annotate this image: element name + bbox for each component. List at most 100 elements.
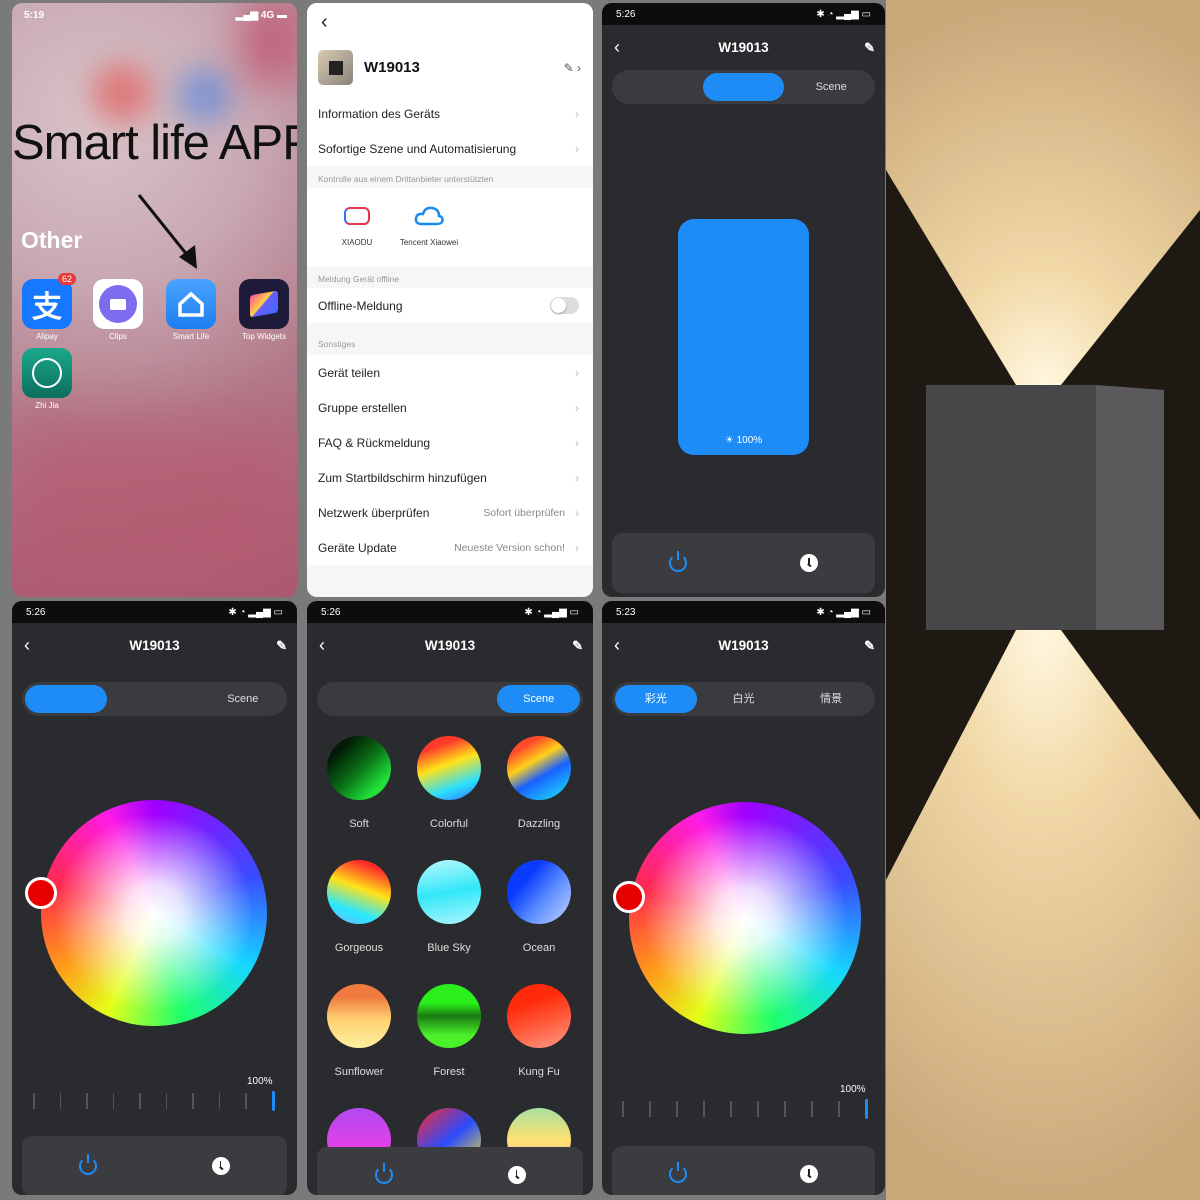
color-picker-knob[interactable] bbox=[25, 877, 57, 909]
app-zhi-jia[interactable]: Zhi Jia bbox=[17, 348, 77, 410]
third-party-tencent[interactable]: Tencent Xiaowei bbox=[393, 188, 465, 266]
scene-item[interactable]: Forest bbox=[417, 984, 481, 1078]
status-bar: 5:26 ✱ ◔ ▂▄▆ ▭ bbox=[602, 3, 885, 25]
scene-item[interactable]: Dazzling bbox=[507, 736, 571, 830]
row-add-home-screen[interactable]: Zum Startbildschirm hinzufügen › bbox=[307, 460, 593, 495]
edit-icon[interactable]: ✎ › bbox=[564, 61, 581, 75]
scene-preview bbox=[507, 736, 571, 800]
scene-preview bbox=[327, 736, 391, 800]
notification-badge: 62 bbox=[57, 273, 76, 285]
scene-preview bbox=[417, 736, 481, 800]
scene-preview bbox=[507, 984, 571, 1048]
scene-item[interactable]: Colorful bbox=[417, 736, 481, 830]
app-alipay[interactable]: 支 62 Alipay bbox=[17, 273, 77, 341]
tab-scene[interactable]: Scene bbox=[790, 73, 872, 101]
chevron-right-icon: › bbox=[575, 365, 579, 380]
scene-item[interactable]: Blue Sky bbox=[417, 860, 481, 954]
brightness-ticks[interactable] bbox=[622, 1099, 868, 1119]
row-scene-automation[interactable]: Sofortige Szene und Automatisierung › bbox=[307, 131, 593, 166]
tab-color[interactable] bbox=[615, 73, 697, 101]
scene-item[interactable]: Soft bbox=[327, 736, 391, 830]
power-icon[interactable] bbox=[668, 1161, 687, 1183]
home-screen-panel: 5:19 ▂▄▆ 4G ▬ Smart life APP Other 支 62 A… bbox=[12, 3, 297, 597]
brightness-slider[interactable]: ☀ 100% bbox=[678, 219, 809, 455]
white-light-screen: 5:26 ✱ ◔ ▂▄▆ ▭ ‹ W19013 ✎ Scene ☀ 100% bbox=[602, 3, 885, 597]
edit-icon[interactable]: ✎ bbox=[276, 638, 287, 654]
tab-white[interactable] bbox=[702, 73, 785, 101]
tab-color[interactable]: 彩光 bbox=[615, 685, 697, 713]
device-name: W19013 bbox=[364, 59, 420, 76]
scene-name: Ocean bbox=[522, 942, 556, 954]
row-device-update[interactable]: Geräte Update Neueste Version schon! › bbox=[307, 530, 593, 565]
back-icon[interactable]: ‹ bbox=[614, 37, 620, 58]
scene-item[interactable]: Sunflower bbox=[327, 984, 391, 1078]
brightness-ticks[interactable] bbox=[33, 1091, 275, 1111]
back-icon[interactable]: ‹ bbox=[24, 635, 30, 656]
row-offline-notification: Offline-Meldung bbox=[307, 288, 593, 323]
chevron-right-icon: › bbox=[575, 505, 579, 520]
section-header: Meldung Gerät offline bbox=[318, 274, 400, 284]
scene-name: Gorgeous bbox=[334, 942, 384, 954]
brightness-value: 100% bbox=[840, 1084, 866, 1095]
timer-clock-icon[interactable] bbox=[507, 1165, 526, 1184]
tab-white[interactable] bbox=[113, 685, 195, 713]
scene-name: Sunflower bbox=[334, 1066, 384, 1078]
edit-icon[interactable]: ✎ bbox=[864, 40, 875, 56]
app-clips[interactable]: Clips bbox=[88, 279, 148, 341]
timer-clock-icon[interactable] bbox=[800, 1164, 819, 1183]
status-bar: 5:26 ✱ ◔ ▂▄▆ ▭ bbox=[12, 601, 297, 623]
bottom-bar bbox=[22, 1136, 287, 1195]
tab-scene[interactable]: Scene bbox=[497, 685, 581, 713]
timer-clock-icon[interactable] bbox=[211, 1157, 230, 1175]
row-faq[interactable]: FAQ & Rückmeldung › bbox=[307, 425, 593, 460]
scene-item[interactable]: Kung Fu bbox=[507, 984, 571, 1078]
scene-name: Blue Sky bbox=[427, 942, 471, 954]
device-settings-panel: ‹ W19013 ✎ › Information des Geräts › Sof… bbox=[307, 3, 593, 597]
chevron-right-icon: › bbox=[575, 470, 579, 485]
chevron-right-icon: › bbox=[575, 141, 579, 156]
offline-toggle[interactable] bbox=[550, 297, 579, 314]
device-title: W19013 bbox=[718, 40, 769, 55]
back-icon[interactable]: ‹ bbox=[319, 635, 325, 656]
color-wheel[interactable] bbox=[41, 800, 267, 1026]
row-check-network[interactable]: Netzwerk überprüfen Sofort überprüfen › bbox=[307, 495, 593, 530]
zhi-jia-icon bbox=[22, 348, 72, 398]
tab-color[interactable] bbox=[25, 685, 108, 713]
device-title: W19013 bbox=[718, 638, 769, 653]
xiaodu-icon bbox=[321, 202, 393, 230]
color-picker-knob[interactable] bbox=[613, 881, 645, 913]
app-smart-life[interactable]: Smart Life bbox=[161, 279, 221, 341]
mode-tabs: Scene bbox=[612, 70, 875, 104]
row-create-group[interactable]: Gruppe erstellen › bbox=[307, 390, 593, 425]
app-top-widgets[interactable]: Top Widgets bbox=[234, 279, 294, 341]
third-party-xiaodu[interactable]: XIAODU bbox=[321, 188, 393, 266]
back-icon[interactable]: ‹ bbox=[614, 635, 620, 656]
row-share-device[interactable]: Gerät teilen › bbox=[307, 355, 593, 390]
brightness-value: 100% bbox=[247, 1076, 273, 1087]
tab-white[interactable]: 白光 bbox=[703, 685, 785, 713]
row-device-info[interactable]: Information des Geräts › bbox=[307, 96, 593, 131]
color-wheel[interactable] bbox=[629, 802, 861, 1034]
power-icon[interactable] bbox=[668, 551, 687, 572]
folder-title: Other bbox=[21, 227, 83, 253]
scene-preview bbox=[417, 984, 481, 1048]
tab-scene[interactable]: Scene bbox=[202, 685, 284, 713]
scene-item[interactable]: Ocean bbox=[507, 860, 571, 954]
device-title: W19013 bbox=[424, 638, 476, 653]
tab-color[interactable] bbox=[320, 685, 403, 713]
edit-icon[interactable]: ✎ bbox=[864, 638, 875, 654]
tab-white[interactable] bbox=[409, 685, 492, 713]
status-bar: 5:19 ▂▄▆ 4G ▬ bbox=[24, 10, 287, 21]
tab-scene[interactable]: 情景 bbox=[790, 685, 872, 713]
power-icon[interactable] bbox=[374, 1162, 393, 1184]
timer-clock-icon[interactable] bbox=[800, 554, 819, 572]
color-light-screen-cn: 5:23 ✱ ◔ ▂▄▆ ▭ ‹ W19013 ✎ 彩光 白光 情景 100% bbox=[602, 601, 885, 1195]
edit-icon[interactable]: ✎ bbox=[572, 638, 583, 654]
scene-preview bbox=[327, 984, 391, 1048]
chevron-right-icon: › bbox=[575, 540, 579, 555]
color-light-screen: 5:26 ✱ ◔ ▂▄▆ ▭ ‹ W19013 ✎ Scene 100% bbox=[12, 601, 297, 1195]
power-icon[interactable] bbox=[79, 1154, 98, 1175]
scene-item[interactable]: Gorgeous bbox=[327, 860, 391, 954]
device-thumbnail bbox=[318, 50, 353, 85]
back-icon[interactable]: ‹ bbox=[321, 11, 328, 34]
